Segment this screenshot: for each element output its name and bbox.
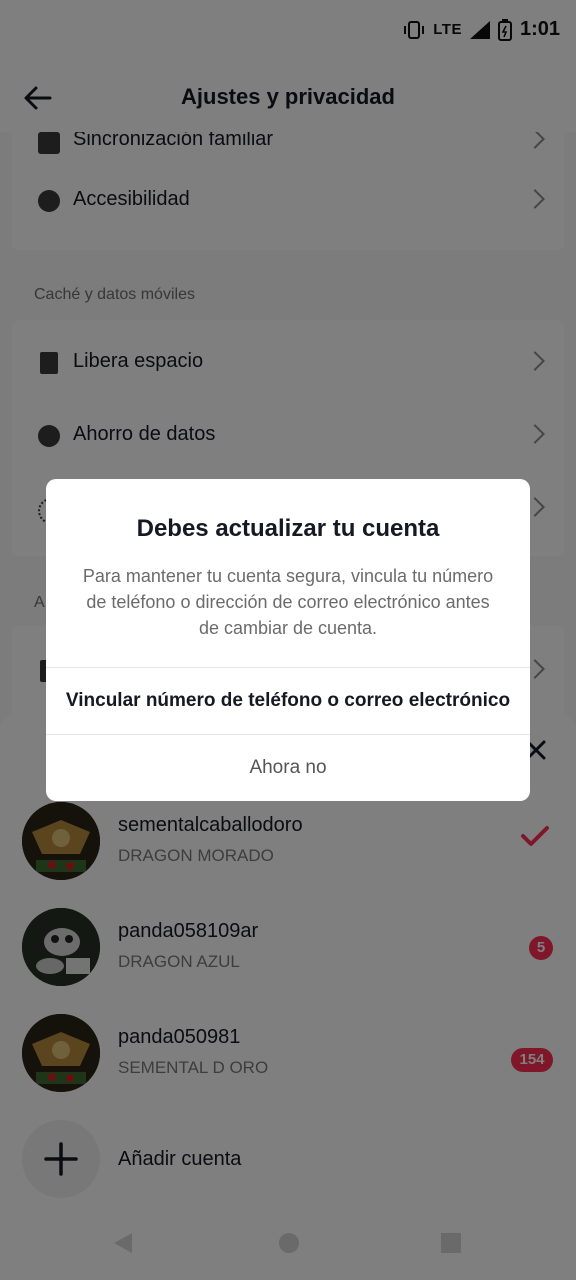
update-account-dialog: Debes actualizar tu cuenta Para mantener… <box>46 479 530 801</box>
nav-home-icon[interactable] <box>278 1232 300 1254</box>
not-now-button[interactable]: Ahora no <box>46 734 530 801</box>
system-nav-bar <box>0 1208 576 1280</box>
dialog-message: Para mantener tu cuenta segura, vincula … <box>82 566 494 638</box>
link-phone-email-button[interactable]: Vincular número de teléfono o correo ele… <box>46 667 530 734</box>
dialog-title: Debes actualizar tu cuenta <box>136 515 440 542</box>
nav-back-icon[interactable] <box>112 1232 134 1254</box>
nav-recents-icon[interactable] <box>441 1233 461 1253</box>
